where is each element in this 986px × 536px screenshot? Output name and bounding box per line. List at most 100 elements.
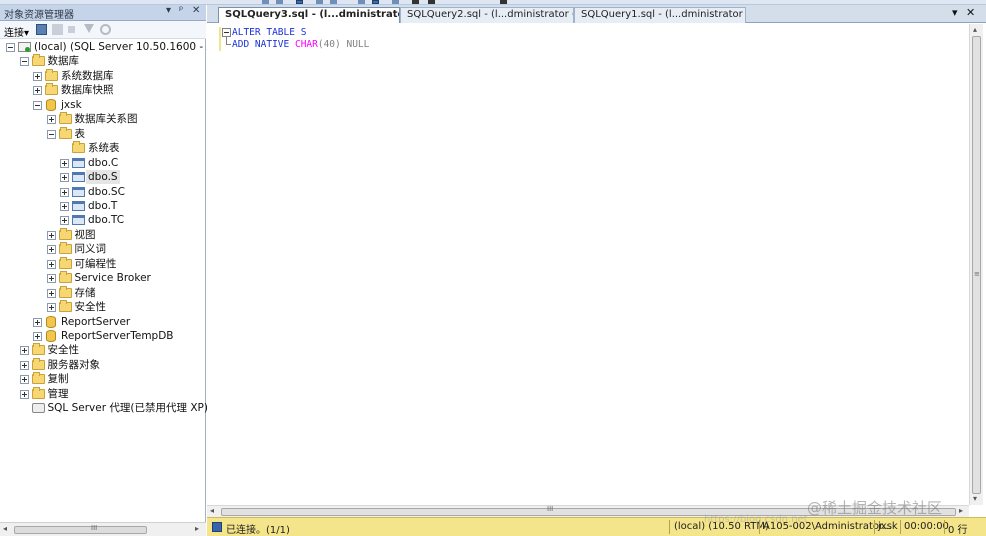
expand-icon[interactable]: [33, 71, 42, 81]
tree-node[interactable]: ReportServer: [33, 315, 233, 329]
toolbar-button[interactable]: [296, 0, 303, 4]
expand-icon[interactable]: [60, 187, 69, 197]
table-icon: [72, 172, 85, 183]
tab-sqlquery3[interactable]: SQLQuery3.sql - (l...dministrator (53))*: [218, 7, 400, 23]
expand-icon[interactable]: [19, 360, 29, 370]
filter-icon[interactable]: [84, 24, 94, 33]
close-document-icon[interactable]: ✕: [966, 6, 975, 19]
expand-icon[interactable]: [46, 303, 56, 313]
toolbar-button[interactable]: [330, 0, 337, 4]
tree-node-label: 数据库快照: [61, 84, 114, 97]
disconnect-icon[interactable]: [52, 24, 63, 35]
expand-icon[interactable]: [46, 230, 56, 240]
tab-sqlquery2[interactable]: SQLQuery2.sql - (l...dministrator (52))*: [400, 7, 574, 23]
toolbar-button[interactable]: [412, 0, 419, 4]
autohide-pin-icon[interactable]: ᵖ: [179, 5, 183, 16]
window-position-icon[interactable]: ▾: [166, 5, 171, 16]
scroll-grip: III: [91, 524, 98, 532]
tree-node[interactable]: 复制: [19, 372, 220, 386]
expand-icon[interactable]: [46, 259, 56, 269]
tree-node[interactable]: 安全性: [19, 343, 220, 357]
tree-node-label: 数据库关系图: [74, 113, 138, 126]
toolbar-button[interactable]: [372, 0, 379, 4]
toolbar-button[interactable]: [316, 0, 323, 4]
tree-node[interactable]: (local) (SQL Server 10.50.1600 - A105-00…: [6, 40, 258, 54]
scroll-up-icon[interactable]: ▴: [973, 25, 977, 34]
toolbar-button[interactable]: [392, 0, 399, 4]
collapse-region-icon[interactable]: [222, 28, 231, 37]
keyword-table: TABLE: [266, 27, 295, 38]
code-line-2: ADD NATIVE CHAR(40) NULL: [232, 39, 369, 51]
scrollbar-thumb[interactable]: III: [14, 524, 147, 534]
scroll-grip: ≡: [974, 270, 980, 278]
folder-icon: [31, 357, 45, 370]
expand-icon[interactable]: [19, 346, 29, 356]
watermark-url: https://blog.csdn.net: [704, 514, 808, 525]
tree-node-label: jxsk: [61, 98, 82, 111]
scroll-left-icon[interactable]: ◂: [210, 506, 214, 515]
connect-button[interactable]: 连接▾: [4, 24, 29, 39]
expand-icon[interactable]: [60, 158, 69, 168]
tree-node[interactable]: 管理: [19, 386, 220, 401]
collapse-icon[interactable]: [6, 43, 15, 52]
stop-icon[interactable]: [68, 26, 75, 33]
expand-icon[interactable]: [60, 173, 69, 183]
close-icon[interactable]: ✕: [192, 5, 200, 16]
code-editor[interactable]: ALTER TABLE S ADD NATIVE CHAR(40) NULL: [207, 24, 969, 505]
query-status-bar: 已连接。(1/1) (local) (10.50 RTM) A105-002\A…: [207, 517, 986, 536]
object-explorer-titlebar: 对象资源管理器 ▾ ᵖ ✕: [0, 5, 206, 21]
expand-icon[interactable]: [33, 317, 42, 327]
type-length: (40): [317, 39, 341, 50]
tree-node[interactable]: 数据库: [19, 54, 220, 68]
tab-list-chevron-icon[interactable]: ▾: [952, 6, 958, 19]
expand-icon[interactable]: [19, 389, 29, 399]
collapse-icon[interactable]: [19, 57, 29, 67]
toolbar-button[interactable]: [428, 0, 435, 4]
expand-icon[interactable]: [46, 274, 56, 284]
scroll-right-icon[interactable]: ▸: [195, 524, 199, 533]
scrollbar-thumb[interactable]: ≡: [972, 36, 981, 494]
tree-node-label: ReportServerTempDB: [61, 330, 174, 342]
tree-node[interactable]: ReportServerTempDB: [33, 329, 233, 343]
tab-sqlquery1[interactable]: SQLQuery1.sql - (l...dministrator (53))*: [574, 7, 746, 23]
toolbar-button[interactable]: [262, 0, 269, 4]
expand-icon[interactable]: [19, 375, 29, 385]
toolbar-button[interactable]: [276, 0, 283, 4]
scroll-right-icon[interactable]: ▸: [959, 506, 963, 515]
expand-icon[interactable]: [46, 245, 56, 255]
database-icon: [46, 330, 56, 342]
collapse-icon[interactable]: [33, 100, 42, 110]
horizontal-scrollbar[interactable]: ◂ III ▸: [0, 522, 206, 536]
tree-node[interactable]: SQL Server 代理(已禁用代理 XP): [20, 401, 220, 415]
tree-node-label: dbo.T: [88, 199, 118, 212]
expand-icon[interactable]: [46, 288, 56, 298]
folder-icon: [58, 126, 72, 139]
expand-icon[interactable]: [33, 332, 42, 341]
object-tree: (local) (SQL Server 10.50.1600 - A105-00…: [0, 40, 258, 515]
tree-node[interactable]: 系统数据库: [33, 68, 233, 83]
tree-node-label: 安全性: [74, 301, 107, 314]
scroll-left-icon[interactable]: ◂: [3, 524, 7, 533]
connect-object-icon[interactable]: [36, 24, 47, 35]
tree-node-label: dbo.C: [88, 156, 119, 169]
folder-icon: [31, 54, 45, 67]
tree-node[interactable]: jxsk: [33, 98, 233, 112]
vertical-scrollbar[interactable]: ▴ ≡ ▾: [969, 24, 983, 505]
tree-node-label: 存储: [74, 286, 96, 299]
toolbar-button[interactable]: [358, 0, 365, 4]
scroll-grip: III: [547, 505, 554, 513]
object-explorer-panel: 对象资源管理器 ▾ ᵖ ✕ 连接▾ (local) (SQL Server 10…: [0, 5, 258, 536]
collapse-icon[interactable]: [46, 129, 56, 139]
tree-node[interactable]: 服务器对象: [19, 357, 220, 372]
expand-icon[interactable]: [46, 115, 56, 125]
object-explorer-title: 对象资源管理器: [4, 10, 74, 21]
expand-icon[interactable]: [33, 86, 42, 96]
expand-icon[interactable]: [60, 201, 69, 211]
tree-node[interactable]: 数据库快照: [33, 83, 233, 97]
folder-icon: [58, 227, 72, 240]
scroll-down-icon[interactable]: ▾: [973, 494, 977, 503]
refresh-icon[interactable]: [100, 24, 111, 35]
toolbar-button[interactable]: [500, 0, 507, 4]
expand-icon[interactable]: [60, 216, 69, 226]
code-line-1: ALTER TABLE S: [232, 27, 306, 39]
